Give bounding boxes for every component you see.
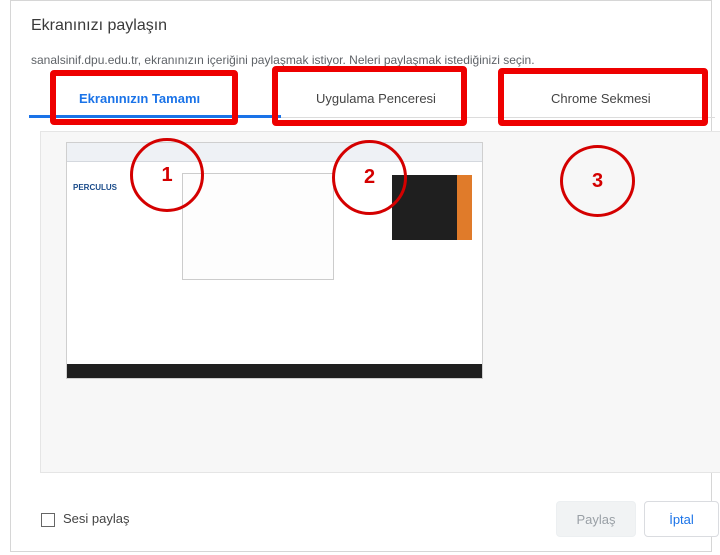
dialog-title: Ekranınızı paylaşın — [31, 17, 168, 34]
thumbnail-browser-bar — [67, 143, 482, 162]
annotation-box-1 — [50, 70, 238, 125]
annotation-circle-3: 3 — [560, 145, 635, 217]
thumbnail-logo: PERCULUS — [73, 183, 118, 192]
share-audio-checkbox[interactable] — [41, 513, 55, 527]
annotation-circle-2: 2 — [332, 140, 407, 215]
cancel-button[interactable]: İptal — [644, 501, 719, 537]
annotation-circle-1: 1 — [130, 138, 204, 212]
thumbnail-orange-bar — [457, 175, 472, 240]
annotation-box-2 — [272, 66, 467, 126]
thumbnail-panel — [182, 173, 334, 280]
annotation-box-3 — [498, 68, 708, 126]
share-button[interactable]: Paylaş — [556, 501, 636, 537]
screen-thumbnail[interactable]: PERCULUS — [66, 142, 483, 379]
share-audio-label: Sesi paylaş — [63, 511, 130, 526]
thumbnail-taskbar — [67, 364, 482, 378]
dialog-subtitle: sanalsinif.dpu.edu.tr, ekranınızın içeri… — [31, 53, 535, 67]
